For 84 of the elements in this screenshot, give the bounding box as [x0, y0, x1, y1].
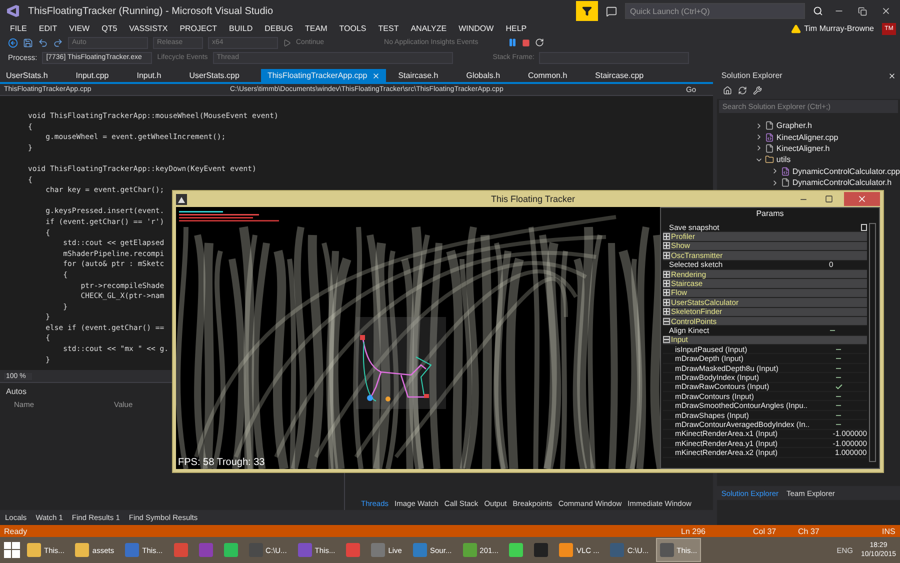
- char-number: Ch 37: [798, 526, 820, 536]
- expand-toggle[interactable]: [663, 280, 670, 288]
- restore-icon: [858, 6, 867, 16]
- menu-item[interactable]: VIEW: [63, 24, 96, 33]
- expand-toggle[interactable]: [663, 289, 670, 296]
- tree-item[interactable]: DynamicControlCalculator.cpp: [792, 166, 900, 176]
- undo-icon[interactable]: [38, 38, 48, 48]
- panel-title: Autos: [6, 387, 26, 396]
- status-text: Ready: [4, 526, 28, 536]
- close-tab-icon[interactable]: [372, 72, 380, 80]
- header-file-icon: [781, 178, 790, 188]
- expand-toggle[interactable]: [663, 242, 670, 250]
- close-icon: [857, 194, 867, 204]
- quick-launch-field[interactable]: Quick Launch (Ctrl+Q): [625, 3, 805, 19]
- expand-toggle[interactable]: [663, 233, 670, 240]
- maximize-icon: [825, 195, 833, 203]
- expand-toggle[interactable]: [663, 308, 670, 316]
- window-title: ThisFloatingTracker (Running) - Microsoft Visual Studio: [28, 6, 274, 16]
- restart-icon[interactable]: [535, 38, 544, 47]
- menu-item[interactable]: DEBUG: [258, 24, 300, 33]
- folder-icon: [765, 155, 774, 164]
- panel-title: Solution Explorer: [721, 71, 782, 80]
- feedback-icon[interactable]: [606, 6, 617, 16]
- source-file-icon: [765, 132, 774, 142]
- tree-item[interactable]: KinectAligner.cpp: [776, 132, 838, 142]
- fps-counter: FPS: 58 Trough: 33: [178, 457, 265, 468]
- sync-icon[interactable]: [738, 86, 748, 95]
- continue-icon[interactable]: [283, 38, 291, 46]
- expand-toggle[interactable]: [663, 298, 670, 306]
- document-tab[interactable]: Staircase.h: [392, 69, 448, 82]
- document-tab[interactable]: Input.cpp: [70, 69, 119, 82]
- tree-item[interactable]: DynamicControlCalculator.h: [792, 178, 892, 188]
- user-name[interactable]: Tim Murray-Browne: [804, 24, 874, 33]
- line-number: Ln 296: [681, 526, 706, 536]
- menu-item[interactable]: TOOLS: [333, 24, 372, 33]
- app-icon: [176, 194, 187, 204]
- save-icon[interactable]: [23, 38, 33, 48]
- column-number: Col 37: [753, 526, 778, 536]
- menu-item[interactable]: VASSISTX: [123, 24, 174, 33]
- document-tab[interactable]: UserStats.h: [0, 69, 58, 82]
- document-tab[interactable]: UserStats.cpp: [183, 69, 250, 82]
- warning-icon: [791, 24, 802, 34]
- menu-item[interactable]: BUILD: [223, 24, 259, 33]
- window-title: This Floating Tracker: [491, 194, 576, 204]
- tree-item[interactable]: Grapher.h: [776, 121, 812, 130]
- menu-item[interactable]: HELP: [500, 24, 533, 33]
- menu-item[interactable]: TEAM: [299, 24, 334, 33]
- insert-mode: INS: [882, 526, 896, 536]
- header-file-icon: [765, 144, 774, 153]
- expand-toggle[interactable]: [663, 270, 670, 278]
- snapshot-checkbox[interactable]: [860, 224, 867, 231]
- menu-item[interactable]: QT5: [96, 24, 124, 33]
- collapse-toggle[interactable]: [663, 336, 670, 344]
- expand-toggle[interactable]: [663, 252, 670, 259]
- back-icon[interactable]: [8, 38, 18, 48]
- menu-item[interactable]: EDIT: [32, 24, 64, 33]
- document-tab[interactable]: Common.h: [522, 69, 578, 82]
- document-tab[interactable]: ThisFloatingTrackerApp.cpp: [261, 69, 386, 82]
- pause-icon[interactable]: [508, 38, 518, 47]
- close-icon[interactable]: [888, 72, 896, 80]
- stop-icon[interactable]: [522, 38, 530, 46]
- check-icon[interactable]: [835, 382, 843, 391]
- properties-icon[interactable]: [753, 86, 762, 95]
- document-tab[interactable]: Input.h: [130, 69, 172, 82]
- home-icon[interactable]: [723, 86, 732, 95]
- redo-icon[interactable]: [53, 38, 63, 48]
- search-icon[interactable]: [813, 6, 823, 16]
- menu-item[interactable]: PROJECT: [174, 24, 224, 33]
- tree-item[interactable]: utils: [776, 155, 791, 164]
- menu-item[interactable]: ANALYZE: [404, 24, 453, 33]
- app-logo-icon: [6, 5, 20, 17]
- header-file-icon: [765, 121, 774, 130]
- menu-item[interactable]: TEST: [372, 24, 405, 33]
- close-icon: [881, 6, 891, 16]
- menu-item[interactable]: FILE: [4, 24, 33, 33]
- collapse-toggle[interactable]: [663, 318, 670, 325]
- menu-item[interactable]: WINDOW: [452, 24, 500, 33]
- source-file-icon: [781, 166, 790, 176]
- panel-title: Params: [756, 209, 784, 218]
- notifications-button[interactable]: [576, 1, 598, 21]
- document-tab[interactable]: Globals.h: [460, 69, 510, 82]
- document-tab[interactable]: Staircase.cpp: [589, 69, 654, 82]
- windows-start-icon[interactable]: [4, 542, 20, 558]
- tree-item[interactable]: KinectAligner.h: [776, 144, 830, 153]
